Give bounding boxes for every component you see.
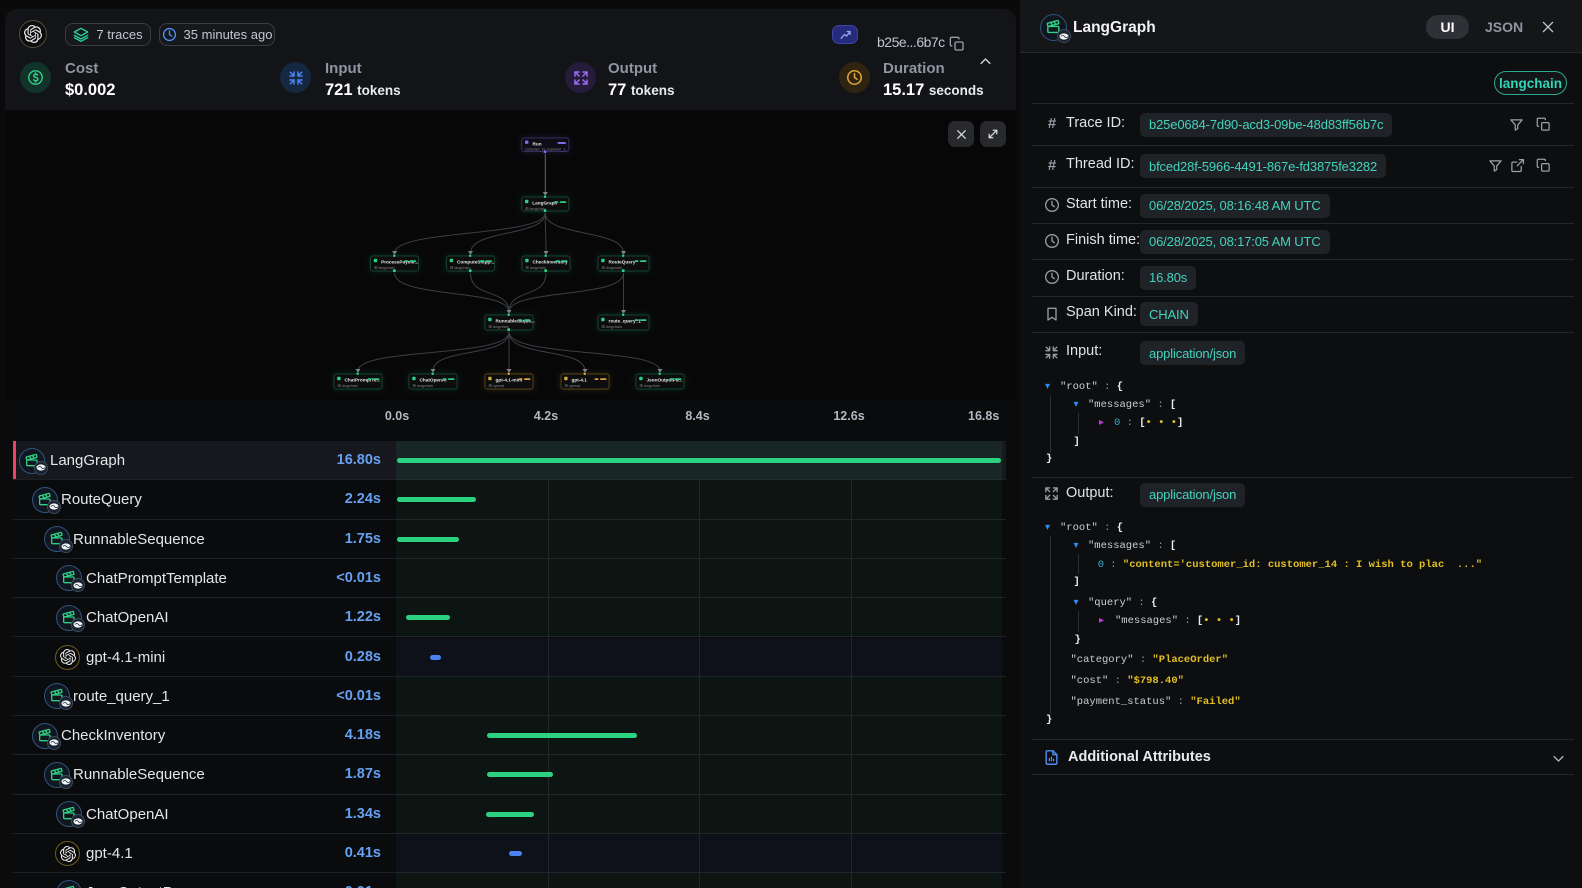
svg-text:⊞ langchain: ⊞ langchain <box>525 207 546 211</box>
svg-text:⊞ langchain: ⊞ langchain <box>338 384 359 388</box>
svg-text:⊞ langchain: ⊞ langchain <box>374 266 395 270</box>
svg-text:⊞ langchain: ⊞ langchain <box>450 266 471 270</box>
svg-text:⊞ langchain: ⊞ langchain <box>489 325 510 329</box>
svg-text:⊞ langchain: ⊞ langchain <box>602 266 623 270</box>
svg-text:⊞ langchain: ⊞ langchain <box>526 266 547 270</box>
svg-text:⊞ openai: ⊞ openai <box>489 384 505 388</box>
svg-text:⊞ langchain: ⊞ langchain <box>413 384 434 388</box>
svg-text:ChatOpenAI: ChatOpenAI <box>420 378 447 383</box>
svg-text:⊞ openai: ⊞ openai <box>565 384 581 388</box>
svg-text:Run: Run <box>533 141 542 146</box>
svg-text:⊞ langchain: ⊞ langchain <box>640 384 661 388</box>
svg-text:gpt-4.1-mini: gpt-4.1-mini <box>496 378 523 383</box>
svg-text:⊞ langchain: ⊞ langchain <box>602 325 623 329</box>
svg-text:RouteQuery: RouteQuery <box>609 260 636 265</box>
svg-text:gpt-4.1: gpt-4.1 <box>572 378 588 383</box>
svg-text:LangGraph: LangGraph <box>532 201 557 206</box>
